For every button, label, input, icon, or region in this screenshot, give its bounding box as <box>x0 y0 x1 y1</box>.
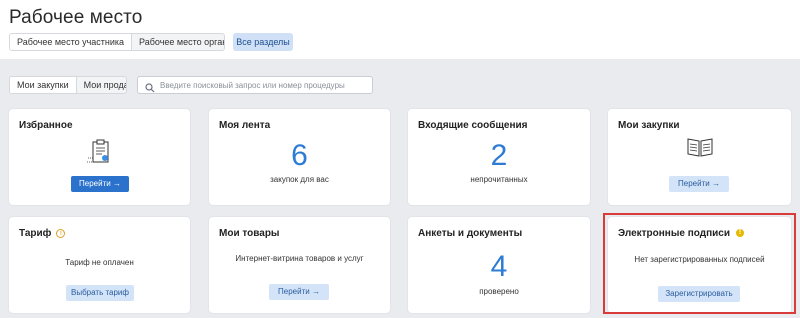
card-title: Моя лента <box>219 120 271 131</box>
card-favorites: Избранное Перейти → <box>9 109 190 205</box>
workspace-switcher: Рабочее место участника Рабочее место ор… <box>9 33 225 51</box>
search-input[interactable] <box>160 78 368 92</box>
my-goods-go-button[interactable]: Перейти → <box>269 284 329 300</box>
search-box <box>137 76 373 94</box>
inbox-count: 2 <box>490 139 508 172</box>
tab-organizer-workspace[interactable]: Рабочее место организатора <box>132 34 224 50</box>
card-my-feed: Моя лента 6 закупок для вас <box>209 109 390 205</box>
open-book-icon <box>608 134 791 165</box>
info-icon[interactable]: i <box>56 228 66 238</box>
tariff-status: Тариф не оплачен <box>65 258 134 267</box>
card-title: Мои закупки <box>618 120 680 131</box>
tab-participant-workspace[interactable]: Рабочее место участника <box>10 34 133 50</box>
inbox-caption: непрочитанных <box>470 175 528 184</box>
card-title: Мои товары <box>219 228 280 239</box>
search-icon <box>145 80 155 98</box>
tab-my-purchases[interactable]: Мои закупки <box>10 77 77 93</box>
choose-tariff-button[interactable]: Выбрать тариф <box>66 285 134 301</box>
feed-caption: закупок для вас <box>270 175 329 184</box>
favorites-go-button[interactable]: Перейти → <box>71 176 129 192</box>
clipboard-document-icon <box>9 137 190 172</box>
page-title: Рабочее место <box>9 7 143 28</box>
card-my-goods: Мои товары Интернет-витрина товаров и ус… <box>209 217 390 313</box>
profiles-caption: проверено <box>479 287 519 296</box>
goods-description: Интернет-витрина товаров и услуг <box>235 254 364 263</box>
card-title: Входящие сообщения <box>418 120 528 131</box>
card-my-purchases: Мои закупки Перейти → <box>608 109 791 205</box>
card-profiles-documents: Анкеты и документы 4 проверено <box>408 217 590 313</box>
profiles-count: 4 <box>490 250 508 283</box>
tab-my-sales[interactable]: Мои продажи <box>77 77 126 93</box>
card-title: Избранное <box>19 120 73 131</box>
card-inbox: Входящие сообщения 2 непрочитанных <box>408 109 590 205</box>
card-tariff: Тариф i Тариф не оплачен Выбрать тариф <box>9 217 190 313</box>
my-purchases-go-button[interactable]: Перейти → <box>669 176 729 192</box>
header: Рабочее место Рабочее место участника Ра… <box>0 0 800 59</box>
all-sections-button[interactable]: Все разделы <box>233 33 293 51</box>
purchase-switcher: Мои закупки Мои продажи <box>9 76 127 94</box>
card-title: Тариф i <box>19 228 66 239</box>
selection-highlight <box>603 213 796 314</box>
feed-count: 6 <box>291 139 308 172</box>
card-title: Анкеты и документы <box>418 228 523 239</box>
